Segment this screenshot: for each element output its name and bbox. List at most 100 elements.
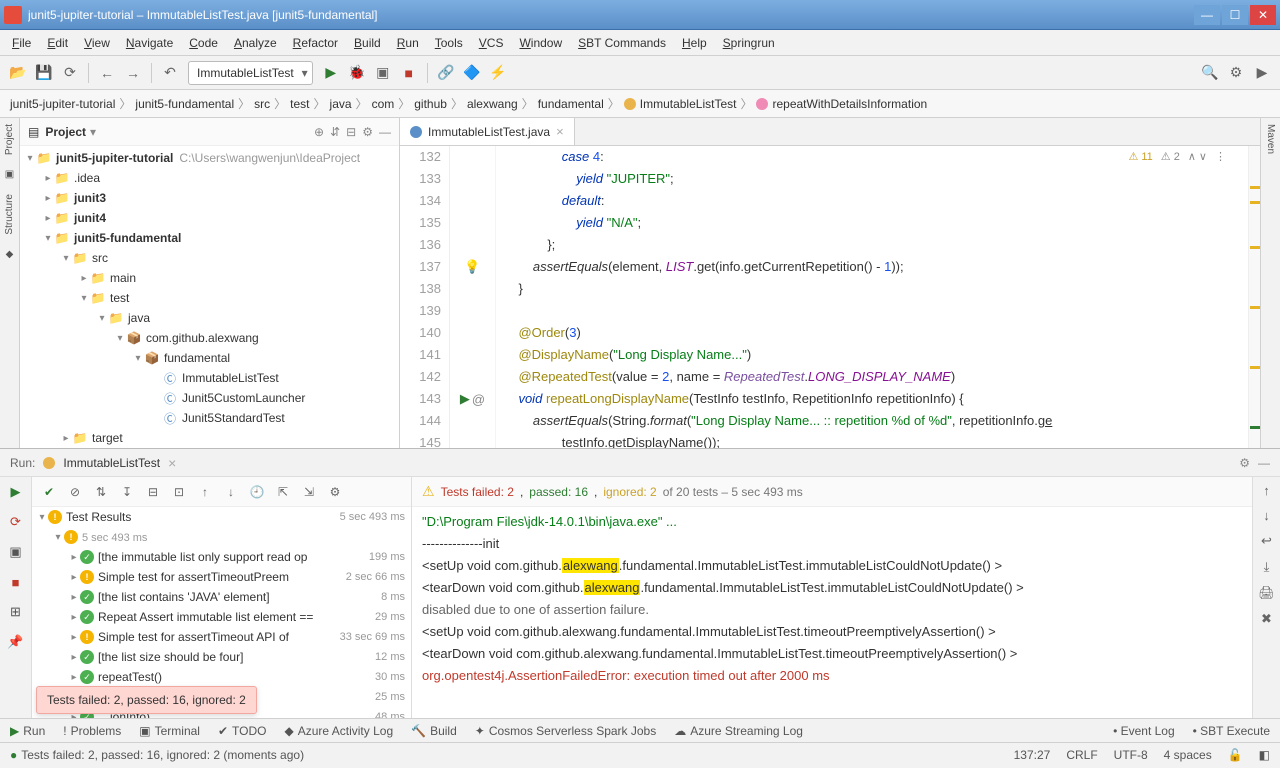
bottom-tab-todo[interactable]: ✔ TODO xyxy=(218,724,267,738)
layout-button[interactable]: ⊞ xyxy=(5,601,27,623)
crumb-class[interactable]: ImmutableListTest xyxy=(604,95,737,112)
tree-node[interactable]: ▾📁junit5-fundamental xyxy=(20,228,399,248)
maven-toolwindow-tab[interactable]: Maven xyxy=(1265,124,1276,154)
test-row[interactable]: ▸✓repeatTest()30 ms xyxy=(32,667,411,687)
test-row[interactable]: ▸Simple test for assertTimeout API of33 … xyxy=(32,627,411,647)
crumb[interactable]: com xyxy=(352,95,395,112)
export-icon[interactable]: ⇲ xyxy=(298,481,320,503)
editor-tab[interactable]: ImmutableListTest.java × xyxy=(400,118,575,145)
scroll-up-icon[interactable]: ↑ xyxy=(1263,483,1270,498)
spark-button[interactable]: ⚡ xyxy=(486,61,510,85)
menu-window[interactable]: Window xyxy=(511,36,570,50)
toggle-auto-button[interactable]: ▣ xyxy=(5,541,27,563)
crumb[interactable]: src xyxy=(234,95,270,112)
tree-node[interactable]: ▾📁java xyxy=(20,308,399,328)
menu-edit[interactable]: Edit xyxy=(39,36,76,50)
more-icon[interactable]: ⚙ xyxy=(324,481,346,503)
close-tab-icon[interactable]: × xyxy=(556,124,564,139)
tree-node[interactable]: ⒸImmutableListTest xyxy=(20,368,399,388)
bottom-tab-sbt-execute[interactable]: • SBT Execute xyxy=(1193,724,1270,738)
run-config-select[interactable]: ImmutableListTest xyxy=(188,61,313,85)
window-minimize-button[interactable]: — xyxy=(1194,5,1220,25)
forward-icon[interactable]: → xyxy=(121,61,145,85)
rerun-button[interactable]: ▶ xyxy=(5,481,27,503)
bottom-tab-terminal[interactable]: ▣ Terminal xyxy=(139,724,200,738)
scroll-down-icon[interactable]: ↓ xyxy=(1263,508,1270,523)
run-gear-icon[interactable]: ⚙ xyxy=(1239,456,1250,470)
menu-springrun[interactable]: Springrun xyxy=(715,36,783,50)
bottom-tab-event-log[interactable]: • Event Log xyxy=(1113,724,1175,738)
bottom-tab-cosmos-serverless-spark-jobs[interactable]: ✦ Cosmos Serverless Spark Jobs xyxy=(475,724,656,738)
hide-icon[interactable]: — xyxy=(379,125,391,139)
history-icon[interactable]: 🕘 xyxy=(246,481,268,503)
error-stripe[interactable] xyxy=(1248,146,1260,448)
menu-run[interactable]: Run xyxy=(389,36,427,50)
sort-icon[interactable]: ⇅ xyxy=(90,481,112,503)
menu-sbt-commands[interactable]: SBT Commands xyxy=(570,36,674,50)
crumb[interactable]: alexwang xyxy=(447,95,518,112)
azure-button[interactable]: 🔷 xyxy=(460,61,484,85)
back-icon[interactable]: ← xyxy=(95,61,119,85)
next-test-icon[interactable]: ↓ xyxy=(220,481,242,503)
next-icon[interactable]: ▶ xyxy=(1250,61,1274,85)
stop-run-button[interactable]: ■ xyxy=(5,571,27,593)
test-row[interactable]: ▾Test Results5 sec 493 ms xyxy=(32,507,411,527)
undo-icon[interactable]: ↶ xyxy=(158,61,182,85)
attach-button[interactable]: 🔗 xyxy=(434,61,458,85)
search-icon[interactable]: 🔍 xyxy=(1198,61,1222,85)
clear-icon[interactable]: ✖ xyxy=(1261,611,1272,627)
menu-build[interactable]: Build xyxy=(346,36,389,50)
tree-node[interactable]: ▸📁junit3 xyxy=(20,188,399,208)
crumb[interactable]: github xyxy=(394,95,447,112)
crumb[interactable]: test xyxy=(270,95,309,112)
crumb[interactable]: fundamental xyxy=(518,95,604,112)
readonly-icon[interactable]: 🔓 xyxy=(1228,748,1243,762)
window-maximize-button[interactable]: ☐ xyxy=(1222,5,1248,25)
tree-node[interactable]: ▸📁.idea xyxy=(20,168,399,188)
tree-node[interactable]: ▾📁src xyxy=(20,248,399,268)
debug-button[interactable]: 🐞 xyxy=(345,61,369,85)
menu-view[interactable]: View xyxy=(76,36,118,50)
file-encoding[interactable]: UTF-8 xyxy=(1114,748,1148,762)
run-gutter[interactable]: 💡▶@ xyxy=(450,146,496,448)
save-icon[interactable]: 💾 xyxy=(32,61,56,85)
menu-vcs[interactable]: VCS xyxy=(471,36,512,50)
crumb[interactable]: junit5-fundamental xyxy=(115,95,234,112)
crumb-method[interactable]: repeatWithDetailsInformation xyxy=(736,95,927,112)
bottom-tab-azure-activity-log[interactable]: ◆ Azure Activity Log xyxy=(285,724,394,738)
project-header-label[interactable]: Project xyxy=(45,125,86,139)
tree-node[interactable]: ▾📦com.github.alexwang xyxy=(20,328,399,348)
test-row[interactable]: ▾5 sec 493 ms xyxy=(32,527,411,547)
tree-node[interactable]: ▸📁main xyxy=(20,268,399,288)
run-button[interactable]: ▶ xyxy=(319,61,343,85)
collapse-all-icon[interactable]: ⊟ xyxy=(346,125,356,139)
open-icon[interactable]: 📂 xyxy=(6,61,30,85)
editor-inspection-badges[interactable]: ⚠ 11 ⚠ 2 ∧ ∨ ⋮ xyxy=(1128,150,1226,163)
crumb[interactable]: junit5-jupiter-tutorial xyxy=(10,97,115,111)
test-row[interactable]: ▸Simple test for assertTimeoutPreem2 sec… xyxy=(32,567,411,587)
tree-node[interactable]: ▸📁target xyxy=(20,428,399,448)
show-ignored-icon[interactable]: ⊘ xyxy=(64,481,86,503)
test-row[interactable]: ▸✓[the immutable list only support read … xyxy=(32,547,411,567)
tree-node[interactable]: ⒸJunit5StandardTest xyxy=(20,408,399,428)
tree-node[interactable]: ⒸJunit5CustomLauncher xyxy=(20,388,399,408)
tree-node[interactable]: ▸📁junit4 xyxy=(20,208,399,228)
menu-file[interactable]: File xyxy=(4,36,39,50)
menu-refactor[interactable]: Refactor xyxy=(285,36,346,50)
prev-icon[interactable]: ↑ xyxy=(194,481,216,503)
test-row[interactable]: ▸✓[the list size should be four]12 ms xyxy=(32,647,411,667)
run-console[interactable]: "D:\Program Files\jdk-14.0.1\bin\java.ex… xyxy=(412,507,1252,718)
line-separator[interactable]: CRLF xyxy=(1066,748,1097,762)
test-row[interactable]: ▸✓[the list contains 'JAVA' element]8 ms xyxy=(32,587,411,607)
bottom-tab-run[interactable]: ▶ Run xyxy=(10,724,45,738)
coverage-button[interactable]: ▣ xyxy=(371,61,395,85)
project-tree[interactable]: ▾📁junit5-jupiter-tutorialC:\Users\wangwe… xyxy=(20,146,399,448)
select-opened-icon[interactable]: ⊕ xyxy=(314,125,324,139)
bottom-tab-build[interactable]: 🔨 Build xyxy=(411,724,457,738)
expand-icon[interactable]: ⊟ xyxy=(142,481,164,503)
show-passed-icon[interactable]: ✔ xyxy=(38,481,60,503)
notif-icon[interactable]: ◧ xyxy=(1259,748,1270,762)
tree-node[interactable]: ▾📦fundamental xyxy=(20,348,399,368)
close-run-tab-icon[interactable]: × xyxy=(168,455,176,471)
menu-tools[interactable]: Tools xyxy=(427,36,471,50)
